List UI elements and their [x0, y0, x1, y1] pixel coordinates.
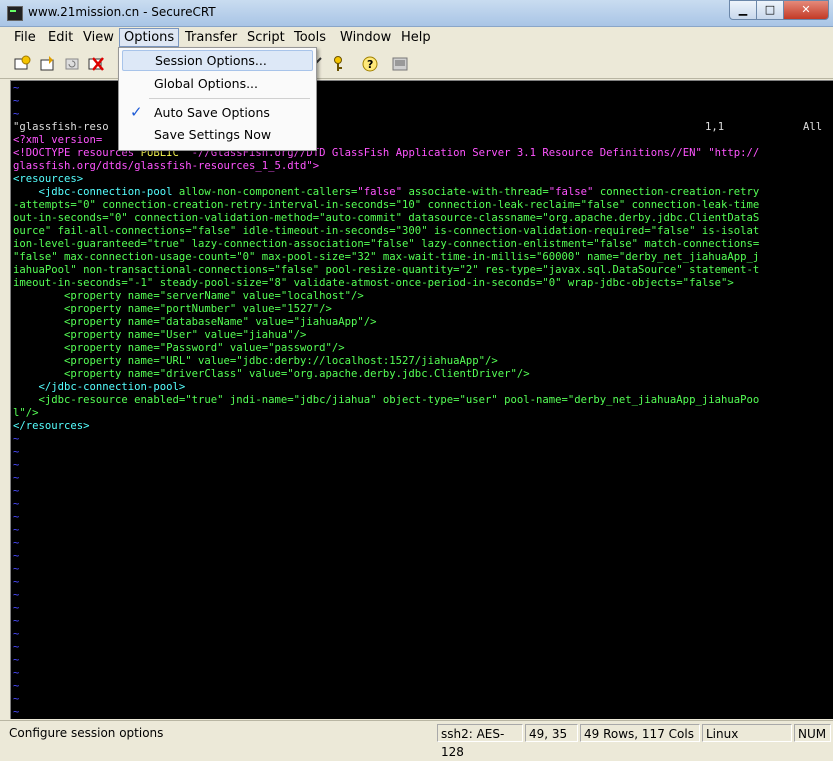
vim-empty-line: ~ — [13, 459, 20, 471]
checkmark-icon: ✓ — [130, 103, 143, 121]
options-menu-dropdown: Session Options... Global Options... ✓ Au… — [118, 47, 317, 151]
property-line: <property name="serverName" value="local… — [13, 290, 364, 302]
vim-empty-line: ~ — [13, 641, 20, 653]
window-controls: ▁ □ ✕ — [729, 0, 829, 20]
vim-empty-line: ~ — [13, 433, 20, 445]
vim-empty-line: ~ — [13, 82, 20, 94]
auto-save-options-item[interactable]: ✓ Auto Save Options — [122, 102, 311, 123]
menu-view[interactable]: View — [79, 29, 118, 46]
vim-empty-line: ~ — [13, 485, 20, 497]
vim-empty-line: ~ — [13, 576, 20, 588]
vim-empty-line: ~ — [13, 563, 20, 575]
vim-empty-line: ~ — [13, 667, 20, 679]
menu-tools[interactable]: Tools — [290, 29, 330, 46]
menu-transfer[interactable]: Transfer — [181, 29, 241, 46]
jdbc-pool-line: <jdbc-connection-pool allow-non-componen… — [13, 186, 760, 199]
pool-attr: connection-creation-retry — [593, 186, 760, 198]
pool-value: "false" — [548, 186, 594, 198]
pool-attributes-line: ion-level-guaranteed="true" lazy-connect… — [13, 238, 760, 250]
help-icon[interactable]: ? — [360, 54, 380, 74]
terminal-app-icon — [7, 6, 23, 21]
vim-empty-line: ~ — [13, 680, 20, 692]
jdbc-resource-line: <jdbc-resource enabled="true" jndi-name=… — [13, 394, 760, 406]
jdbc-resource-line: l"/> — [13, 407, 39, 419]
pool-attributes-line: "false" max-connection-usage-count="0" m… — [13, 251, 760, 263]
menu-bar: File Edit View Options Transfer Script T… — [0, 27, 833, 49]
pool-attributes-line: ource" fail-all-connections="false" idle… — [13, 225, 760, 237]
pool-attr: associate-with-thread= — [402, 186, 549, 198]
vim-empty-line: ~ — [13, 524, 20, 536]
vim-empty-line: ~ — [13, 498, 20, 510]
disconnect-icon[interactable] — [86, 54, 106, 74]
status-num: NUM — [794, 724, 831, 742]
property-line: <property name="portNumber" value="1527"… — [13, 303, 332, 315]
vim-empty-line: ~ — [13, 628, 20, 640]
terminal-pane[interactable]: ~ ~ ~ "glassfish-reso 1,1 All <?xml vers… — [10, 80, 833, 719]
status-bar: Configure session options ssh2: AES-128 … — [0, 720, 833, 759]
vim-empty-line: ~ — [13, 472, 20, 484]
pool-close-tag: </jdbc-connection-pool> — [13, 381, 186, 393]
screen-icon[interactable] — [390, 54, 410, 74]
vim-empty-line: ~ — [13, 108, 20, 120]
doctype-url: glassfish.org/dtds/glassfish-resources_1… — [13, 160, 320, 172]
vim-empty-line: ~ — [13, 446, 20, 458]
close-button[interactable]: ✕ — [783, 0, 829, 20]
property-line: <property name="driverClass" value="org.… — [13, 368, 530, 380]
vim-empty-line: ~ — [13, 511, 20, 523]
pool-value: "false" — [357, 186, 403, 198]
vim-empty-line: ~ — [13, 654, 20, 666]
vim-empty-line: ~ — [13, 537, 20, 549]
pool-attributes-line: imeout-in-seconds="-1" steady-pool-size=… — [13, 277, 734, 289]
save-settings-now-item[interactable]: Save Settings Now — [122, 124, 311, 145]
property-line: <property name="URL" value="jdbc:derby:/… — [13, 355, 498, 367]
vim-empty-line: ~ — [13, 550, 20, 562]
pool-tag: <jdbc-connection-pool — [13, 186, 179, 198]
menu-separator — [149, 98, 310, 99]
vim-status-scroll: All — [803, 121, 823, 133]
status-os: Linux — [702, 724, 792, 742]
property-line: <property name="Password" value="passwor… — [13, 342, 345, 354]
property-line: <property name="User" value="jiahua"/> — [13, 329, 307, 341]
menu-options[interactable]: Options — [119, 28, 180, 47]
vim-status-filename: "glassfish-reso — [13, 121, 109, 133]
status-message: Configure session options — [9, 726, 164, 740]
property-line: <property name="databaseName" value="jia… — [13, 316, 377, 328]
status-cursor: 49, 35 — [525, 724, 578, 742]
svg-text:?: ? — [367, 58, 373, 71]
quick-connect-icon[interactable] — [38, 54, 58, 74]
menu-script[interactable]: Script — [243, 29, 289, 46]
minimize-button[interactable]: ▁ — [729, 0, 757, 20]
menu-window[interactable]: Window — [336, 29, 395, 46]
pool-attributes-line: iahuaPool" non-transactional-connections… — [13, 264, 760, 276]
vim-empty-line: ~ — [13, 615, 20, 627]
title-bar[interactable]: www.21mission.cn - SecureCRT ▁ □ ✕ — [0, 0, 833, 27]
connect-icon[interactable] — [12, 54, 32, 74]
xml-declaration: <?xml version= — [13, 134, 103, 146]
vim-empty-line: ~ — [13, 706, 20, 718]
resources-open-tag: <resources> — [13, 173, 84, 185]
vim-empty-line: ~ — [13, 693, 20, 705]
window-title: www.21mission.cn - SecureCRT — [28, 5, 216, 19]
menu-file[interactable]: File — [10, 29, 40, 46]
resources-close-tag: </resources> — [13, 420, 90, 432]
maximize-button[interactable]: □ — [756, 0, 784, 20]
status-protocol: ssh2: AES-128 — [437, 724, 523, 759]
reconnect-icon[interactable] — [62, 54, 82, 74]
global-options-item[interactable]: Global Options... — [122, 73, 311, 94]
vim-empty-line: ~ — [13, 95, 20, 107]
vim-status-position: 1,1 — [705, 121, 725, 133]
key-icon[interactable] — [328, 54, 348, 74]
pool-attributes-line: out-in-seconds="0" connection-validation… — [13, 212, 760, 224]
vim-empty-line: ~ — [13, 602, 20, 614]
menu-help[interactable]: Help — [397, 29, 435, 46]
vim-empty-line: ~ — [13, 589, 20, 601]
session-options-item[interactable]: Session Options... — [122, 50, 313, 71]
pool-attr: allow-non-component-callers= — [178, 186, 358, 198]
pool-attributes-line: -attempts="0" connection-creation-retry-… — [13, 199, 760, 211]
menu-edit[interactable]: Edit — [44, 29, 77, 46]
status-size: 49 Rows, 117 Cols — [580, 724, 700, 742]
